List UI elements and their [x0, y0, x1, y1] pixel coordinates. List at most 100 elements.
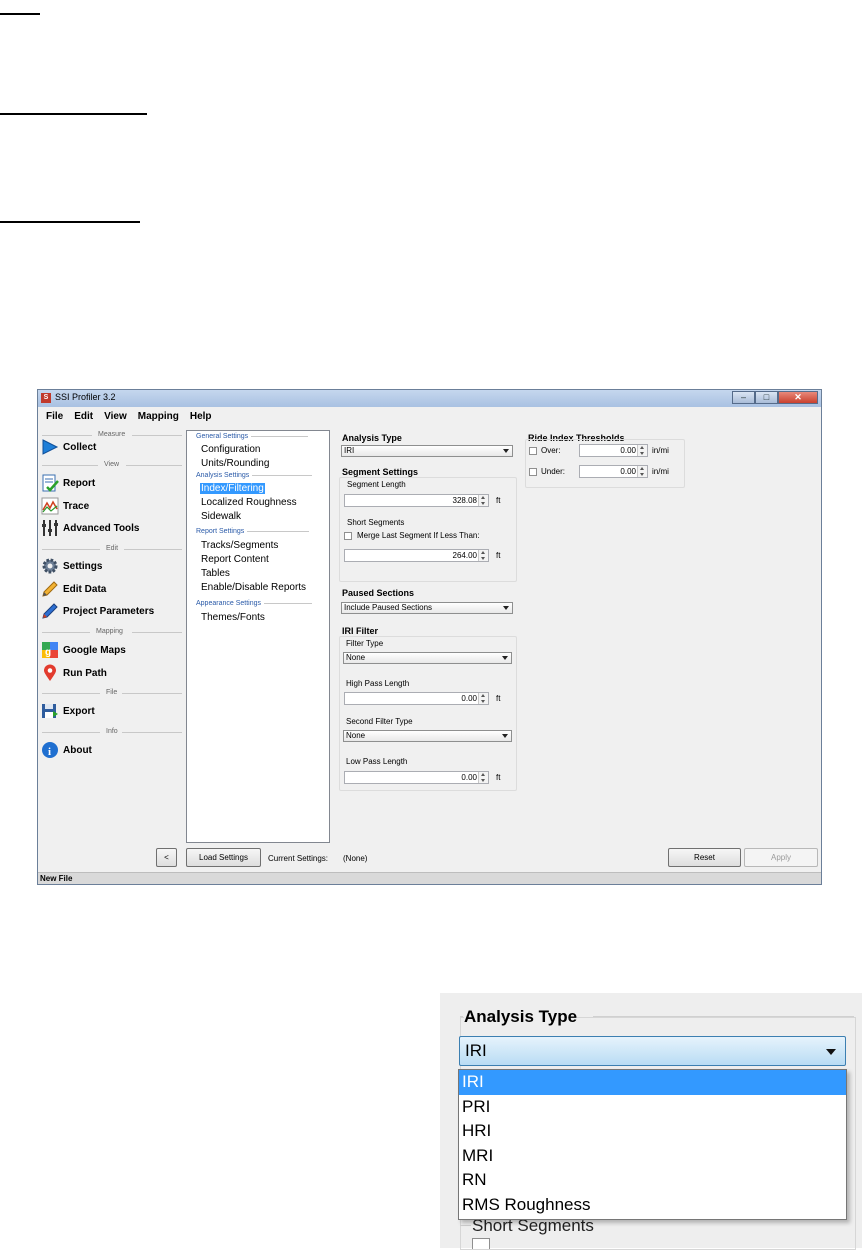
nav-item-trace[interactable]: Trace	[41, 496, 89, 516]
app-logo-icon: S	[41, 393, 51, 403]
nav-item-label: Trace	[63, 500, 90, 512]
zoom-option-rms-roughness[interactable]: RMS Roughness	[459, 1193, 846, 1218]
menu-mapping[interactable]: Mapping	[138, 411, 179, 422]
spinner-icon[interactable]	[478, 495, 488, 506]
nav-item-run-path[interactable]: Run Path	[41, 663, 107, 683]
zoom-dropdown-value: IRI	[465, 1041, 487, 1060]
zoom-option-rn[interactable]: RN	[459, 1168, 846, 1193]
nav-section-label: Info	[106, 728, 118, 735]
under-checkbox[interactable]	[529, 468, 537, 476]
nav-item-about[interactable]: i About	[41, 740, 92, 760]
minimize-icon[interactable]: –	[732, 391, 755, 404]
spinner-icon[interactable]	[637, 466, 647, 477]
segment-length-input[interactable]: 328.08	[344, 494, 489, 507]
merge-segment-label: Merge Last Segment If Less Than:	[357, 531, 480, 540]
tree-item-enable-disable-reports[interactable]: Enable/Disable Reports	[200, 582, 307, 593]
tree-item-report-content[interactable]: Report Content	[200, 554, 270, 565]
collapse-nav-button[interactable]: <	[156, 848, 177, 867]
tree-item-index-filtering[interactable]: Index/Filtering	[200, 483, 265, 494]
zoom-option-pri[interactable]: PRI	[459, 1095, 846, 1120]
zoom-analysis-type-dropdown[interactable]: IRI	[459, 1036, 846, 1066]
nav-section-label: Mapping	[96, 628, 123, 635]
low-pass-label: Low Pass Length	[346, 757, 408, 766]
second-filter-label: Second Filter Type	[346, 717, 413, 726]
nav-item-label: Google Maps	[63, 644, 126, 656]
menu-file[interactable]: File	[46, 411, 63, 422]
close-icon[interactable]: ✕	[778, 391, 818, 404]
tree-item-sidewalk[interactable]: Sidewalk	[200, 511, 242, 522]
over-value: 0.00	[620, 446, 636, 455]
nav-section-edit: Edit	[42, 545, 182, 554]
svg-text:g: g	[45, 647, 51, 658]
nav-item-edit-data[interactable]: Edit Data	[41, 579, 106, 599]
merge-length-input[interactable]: 264.00	[344, 549, 489, 562]
tree-item-localized-roughness[interactable]: Localized Roughness	[200, 497, 298, 508]
tree-item-tables[interactable]: Tables	[200, 568, 231, 579]
menu-view[interactable]: View	[104, 411, 127, 422]
chevron-down-icon	[503, 606, 509, 610]
over-label: Over:	[541, 446, 561, 455]
second-filter-dropdown[interactable]: None	[343, 730, 512, 742]
apply-button[interactable]: Apply	[744, 848, 818, 867]
zoom-option-hri[interactable]: HRI	[459, 1119, 846, 1144]
zoom-option-iri[interactable]: IRI	[459, 1070, 846, 1095]
filter-type-dropdown[interactable]: None	[343, 652, 512, 664]
spinner-icon[interactable]	[478, 693, 488, 704]
tree-item-tracks-segments[interactable]: Tracks/Segments	[200, 540, 279, 551]
merge-length-value: 264.00	[452, 551, 477, 560]
reset-button[interactable]: Reset	[668, 848, 741, 867]
app-window: S SSI Profiler 3.2 – □ ✕ File Edit View …	[37, 389, 822, 885]
spinner-icon[interactable]	[478, 550, 488, 561]
load-settings-button[interactable]: Load Settings	[186, 848, 261, 867]
zoom-dropdown-list: IRI PRI HRI MRI RN RMS Roughness	[458, 1069, 847, 1220]
low-pass-input[interactable]: 0.00	[344, 771, 489, 784]
over-checkbox[interactable]	[529, 447, 537, 455]
analysis-type-label: Analysis Type	[342, 433, 402, 443]
maximize-icon[interactable]: □	[755, 391, 778, 404]
menu-bar: File Edit View Mapping Help	[38, 407, 821, 425]
nav-item-advanced-tools[interactable]: Advanced Tools	[41, 518, 140, 538]
over-unit: in/mi	[652, 446, 669, 455]
nav-pane: Measure Collect View Report Trace Advanc…	[38, 428, 184, 866]
tree-item-themes-fonts[interactable]: Themes/Fonts	[200, 612, 266, 623]
svg-text:i: i	[48, 746, 51, 758]
nav-item-settings[interactable]: Settings	[41, 556, 102, 576]
nav-item-collect[interactable]: Collect	[41, 437, 96, 457]
tree-heading-label: Report Settings	[196, 528, 245, 535]
analysis-type-dropdown[interactable]: IRI	[341, 445, 513, 457]
nav-item-label: Project Parameters	[63, 605, 155, 617]
current-settings-label: Current Settings:	[268, 854, 329, 863]
chevron-down-icon	[502, 656, 508, 660]
menu-help[interactable]: Help	[190, 411, 212, 422]
segment-length-label: Segment Length	[347, 480, 406, 489]
nav-item-google-maps[interactable]: g Google Maps	[41, 640, 126, 660]
tree-item-units-rounding[interactable]: Units/Rounding	[200, 458, 270, 469]
nav-item-label: Report	[63, 477, 96, 489]
spinner-icon[interactable]	[478, 772, 488, 783]
nav-item-export[interactable]: Export	[41, 701, 95, 721]
high-pass-input[interactable]: 0.00	[344, 692, 489, 705]
nav-item-label: Run Path	[63, 667, 107, 679]
merge-segment-checkbox[interactable]	[344, 532, 352, 540]
zoom-option-mri[interactable]: MRI	[459, 1144, 846, 1169]
nav-item-label: Edit Data	[63, 583, 107, 595]
short-segments-label: Short Segments	[347, 518, 405, 527]
menu-edit[interactable]: Edit	[74, 411, 93, 422]
analysis-type-zoom-inset: Analysis Type Short Segments IRI IRI PRI…	[440, 993, 862, 1250]
title-bar[interactable]: S SSI Profiler 3.2 – □ ✕	[38, 390, 821, 408]
spinner-icon[interactable]	[637, 445, 647, 456]
pencil-ruler-icon	[42, 603, 58, 619]
paused-sections-dropdown[interactable]: Include Paused Sections	[341, 602, 513, 614]
tree-item-configuration[interactable]: Configuration	[200, 444, 261, 455]
trace-graph-icon	[41, 497, 59, 515]
nav-section-label: View	[104, 461, 120, 468]
floppy-export-icon	[42, 704, 58, 718]
tree-heading-analysis: Analysis Settings	[196, 472, 313, 479]
nav-section-label: Edit	[106, 545, 119, 552]
google-maps-icon: g	[42, 642, 58, 658]
nav-item-report[interactable]: Report	[41, 473, 95, 493]
over-input[interactable]: 0.00	[579, 444, 648, 457]
under-input[interactable]: 0.00	[579, 465, 648, 478]
nav-item-project-parameters[interactable]: Project Parameters	[41, 601, 154, 621]
zoom-checkbox[interactable]	[472, 1238, 490, 1249]
